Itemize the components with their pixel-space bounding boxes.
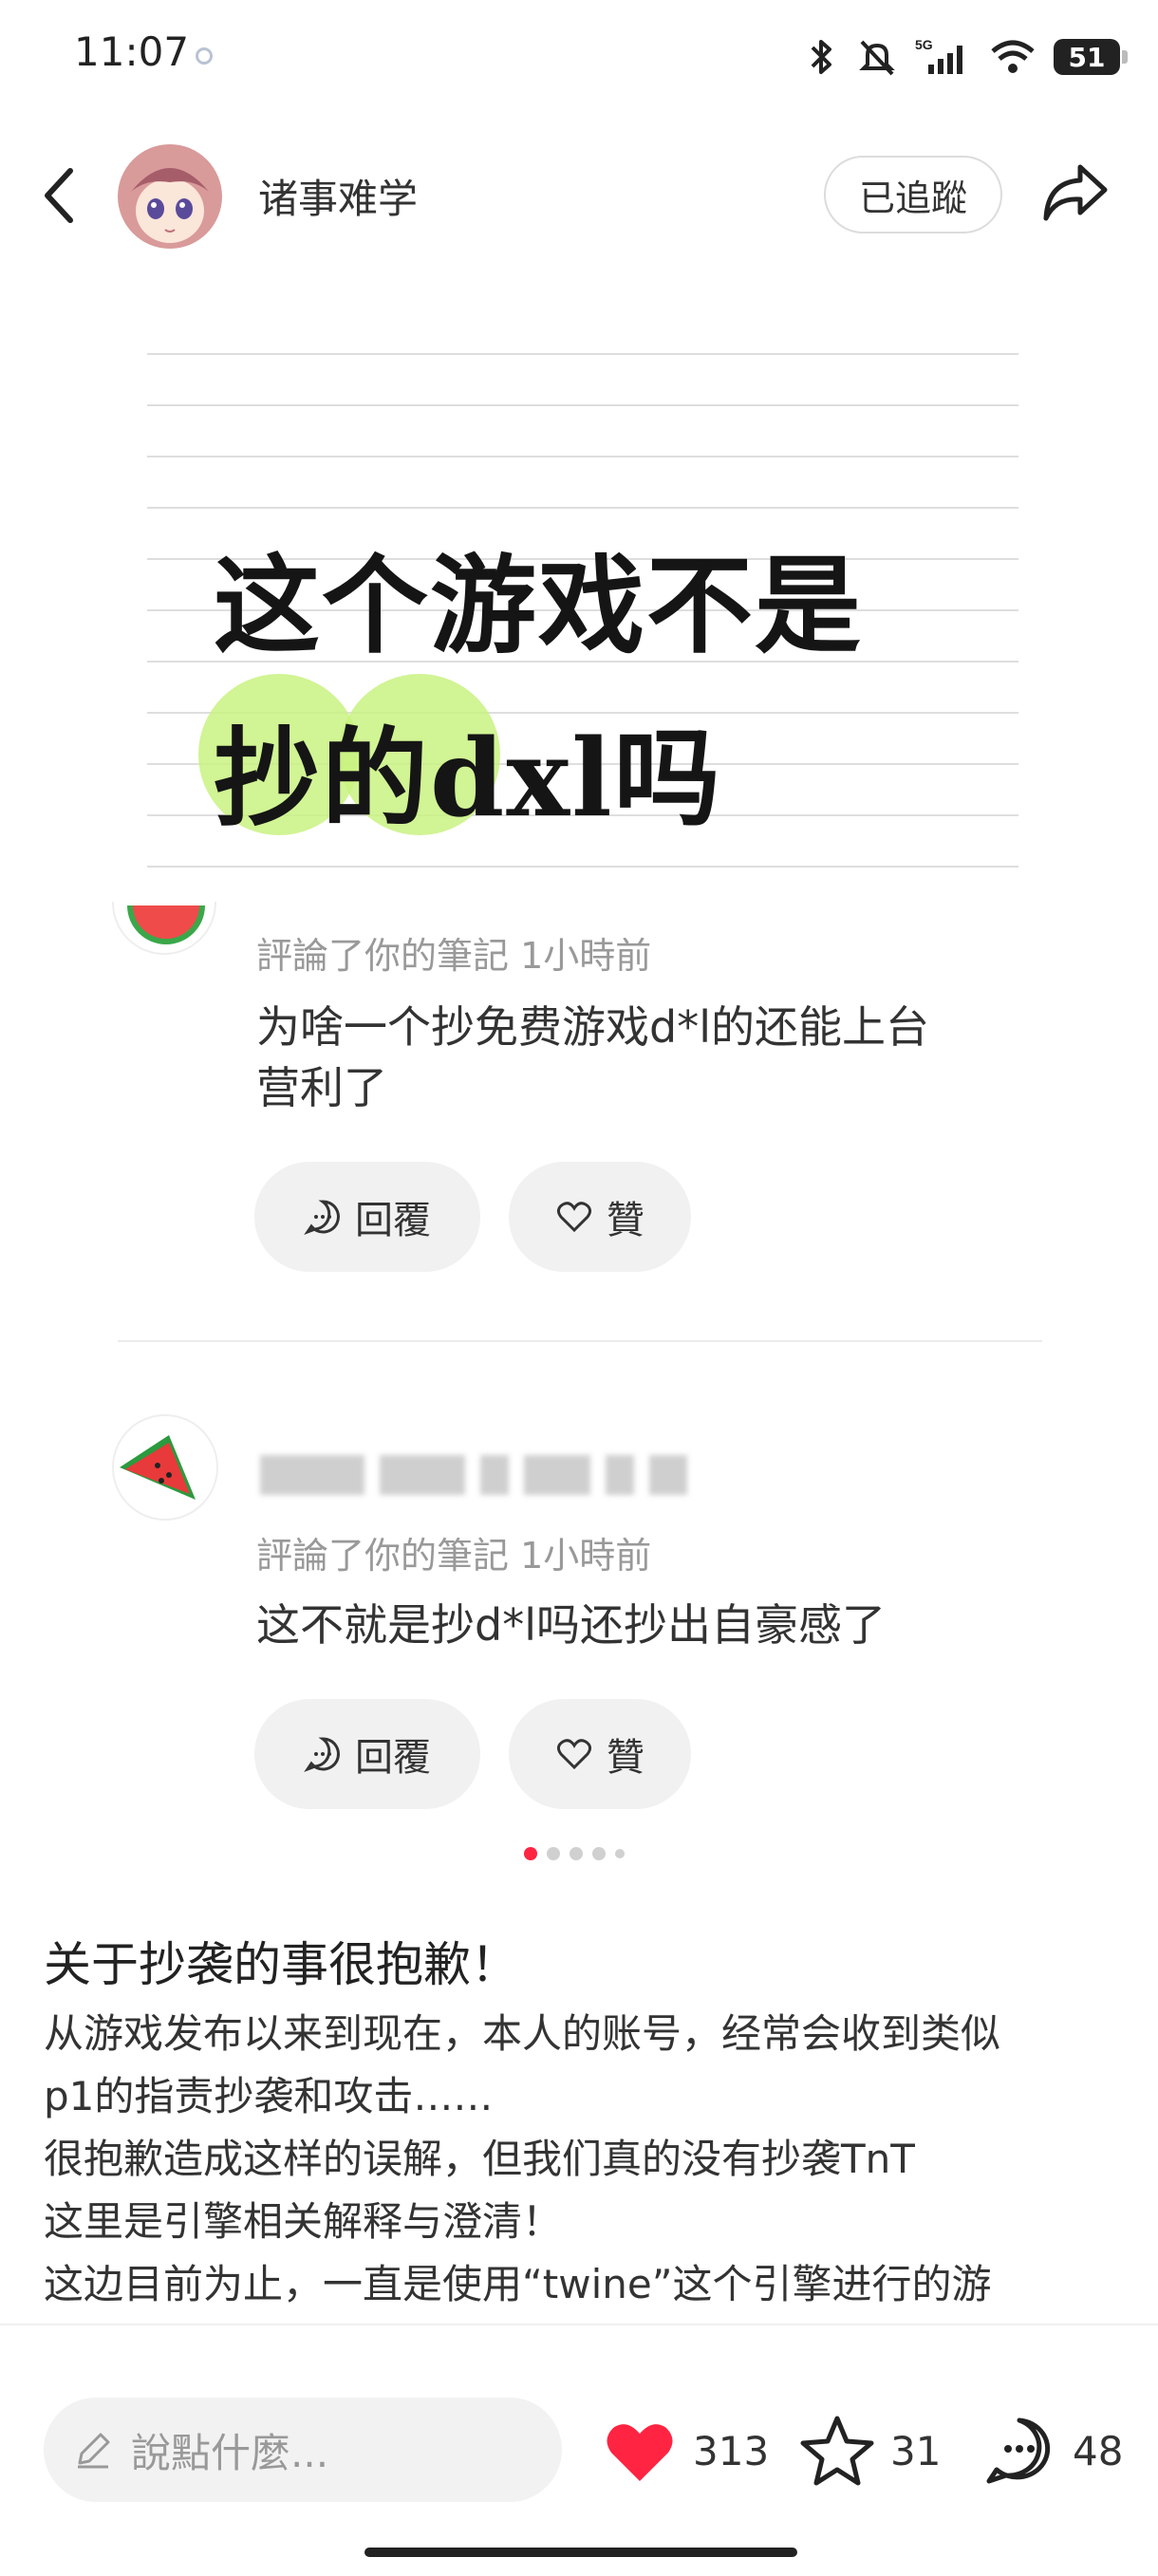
- comment-bubble-icon: [986, 2417, 1051, 2484]
- bluetooth-icon: [811, 40, 831, 74]
- like-comment-button[interactable]: 贊: [509, 1699, 691, 1809]
- reply-button[interactable]: 回覆: [254, 1699, 480, 1809]
- collect-count: 31: [890, 2427, 942, 2474]
- image-headline-line2: 抄的dxl吗: [198, 674, 722, 847]
- carousel-dot: [592, 1847, 606, 1860]
- carousel-dot: [547, 1847, 560, 1860]
- like-count: 313: [693, 2427, 770, 2474]
- pencil-icon: [78, 2433, 110, 2469]
- svg-text:5G: 5G: [915, 37, 933, 52]
- watermelon-icon: [120, 1435, 196, 1500]
- comment-divider: [118, 1340, 1042, 1342]
- wifi-icon: [991, 40, 1035, 73]
- comment-input-placeholder: 說點什麼...: [131, 2429, 329, 2476]
- blurred-username: [260, 1447, 716, 1503]
- reply-button[interactable]: 回覆: [254, 1162, 480, 1272]
- headline-char: 抄: [214, 717, 322, 841]
- comment-bubble-icon: [304, 1737, 340, 1773]
- post-body: 从游戏发布以来到现在，本人的账号，经常会收到类似 p1的指责抄袭和攻击…… 很抱…: [44, 2010, 1001, 2370]
- mute-bell-icon: [859, 40, 895, 76]
- headline-rest: dxl吗: [430, 717, 722, 841]
- heart-outline-icon: [556, 1739, 592, 1770]
- follow-button[interactable]: 已追蹤: [824, 156, 1002, 233]
- heart-outline-icon: [556, 1202, 592, 1233]
- post-title: 关于抄袭的事很抱歉！: [44, 1937, 518, 1992]
- share-icon[interactable]: [1040, 159, 1111, 226]
- carousel-dot-active: [524, 1847, 537, 1860]
- status-time: 11:07: [74, 28, 190, 75]
- battery-indicator: 51: [1054, 39, 1128, 75]
- comment-meta: 評論了你的筆記 1小時前: [256, 935, 652, 977]
- comment-meta: 評論了你的筆記 1小時前: [256, 1535, 652, 1577]
- image-headline-line1: 这个游戏不是: [214, 544, 863, 668]
- star-outline-icon: [800, 2416, 874, 2486]
- anime-avatar-icon: [118, 144, 222, 249]
- reply-label: 回覆: [355, 1199, 431, 1242]
- commenter-avatar: [112, 1414, 218, 1521]
- like-button[interactable]: 313: [602, 2411, 769, 2491]
- reply-label: 回覆: [355, 1736, 431, 1780]
- home-indicator[interactable]: [364, 2548, 797, 2557]
- signal-5g-icon: 5G: [915, 37, 962, 74]
- status-icons: 5G 51: [805, 30, 1128, 84]
- heart-filled-icon: [607, 2424, 673, 2481]
- like-label: 贊: [607, 1199, 644, 1242]
- author-name[interactable]: 诸事难学: [258, 167, 418, 225]
- carousel-indicator: [524, 1847, 625, 1860]
- comment-count: 48: [1073, 2427, 1124, 2474]
- collect-button[interactable]: 31: [799, 2411, 941, 2491]
- like-comment-button[interactable]: 贊: [509, 1162, 691, 1272]
- comment-text: 这不就是抄d*l吗还抄出自豪感了: [256, 1599, 886, 1651]
- headline-char: 的: [322, 717, 430, 841]
- comment-bubble-icon: [304, 1200, 340, 1236]
- carousel-dot: [615, 1849, 625, 1858]
- carousel-dot: [570, 1847, 583, 1860]
- comment-button[interactable]: 48: [981, 2411, 1123, 2491]
- back-arrow-icon[interactable]: [38, 165, 80, 226]
- comment-text: 营利了: [256, 1062, 387, 1113]
- like-label: 贊: [607, 1736, 644, 1780]
- comment-input[interactable]: 說點什麼...: [44, 2398, 562, 2502]
- notification-dot-icon: [196, 47, 213, 65]
- comment-text: 为啥一个抄免费游戏d*l的还能上台: [256, 1001, 929, 1053]
- author-avatar[interactable]: [118, 144, 222, 249]
